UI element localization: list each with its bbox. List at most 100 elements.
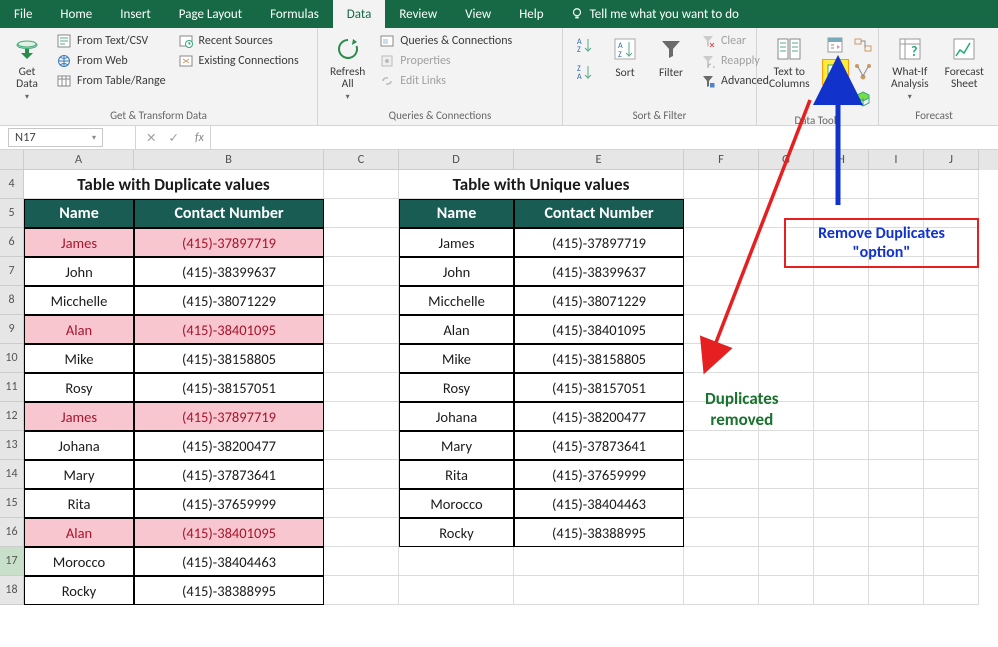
formula-input[interactable] bbox=[210, 126, 998, 149]
menu-tab-file[interactable]: File bbox=[0, 0, 46, 28]
cell[interactable] bbox=[324, 373, 399, 402]
refresh-all-button[interactable]: Refresh All ▾ bbox=[326, 32, 369, 104]
cell[interactable]: (415)-38158805 bbox=[134, 344, 324, 373]
cell[interactable] bbox=[324, 228, 399, 257]
cell[interactable]: (415)-38158805 bbox=[514, 344, 684, 373]
cancel-icon[interactable]: ✕ bbox=[146, 130, 156, 146]
get-data-button[interactable]: Get Data ▾ bbox=[8, 32, 46, 104]
cell[interactable] bbox=[814, 170, 869, 199]
queries-connections-button[interactable]: Queries & Connections bbox=[377, 32, 514, 50]
row-header-17[interactable]: 17 bbox=[0, 547, 24, 576]
cell[interactable] bbox=[684, 170, 759, 199]
flash-fill-button[interactable] bbox=[822, 32, 849, 58]
cell[interactable] bbox=[759, 286, 814, 315]
col-header-E[interactable]: E bbox=[514, 150, 684, 170]
cell[interactable] bbox=[684, 489, 759, 518]
name-box[interactable]: N17 ▾ bbox=[8, 128, 103, 147]
col-header-A[interactable]: A bbox=[24, 150, 134, 170]
cell[interactable] bbox=[814, 373, 869, 402]
cell[interactable] bbox=[324, 576, 399, 605]
cell[interactable] bbox=[869, 315, 924, 344]
cell[interactable]: James bbox=[399, 228, 514, 257]
cell[interactable] bbox=[324, 489, 399, 518]
cell[interactable] bbox=[924, 547, 979, 576]
cell[interactable]: John bbox=[399, 257, 514, 286]
th-contact-right[interactable]: Contact Number bbox=[514, 199, 684, 228]
cell[interactable] bbox=[759, 489, 814, 518]
cell[interactable] bbox=[759, 402, 814, 431]
cell[interactable] bbox=[759, 257, 814, 286]
cell[interactable] bbox=[924, 199, 979, 228]
row-header-7[interactable]: 7 bbox=[0, 257, 24, 286]
row-header-10[interactable]: 10 bbox=[0, 344, 24, 373]
cell[interactable] bbox=[759, 170, 814, 199]
cell[interactable] bbox=[924, 402, 979, 431]
cell[interactable]: Alan bbox=[24, 315, 134, 344]
cell[interactable]: Mike bbox=[24, 344, 134, 373]
remove-duplicates-button[interactable] bbox=[822, 59, 849, 85]
col-header-D[interactable]: D bbox=[399, 150, 514, 170]
menu-tab-help[interactable]: Help bbox=[505, 0, 557, 28]
title-left[interactable]: Table with Duplicate values bbox=[24, 170, 324, 199]
cell[interactable] bbox=[869, 170, 924, 199]
row-header-16[interactable]: 16 bbox=[0, 518, 24, 547]
cell[interactable]: (415)-38157051 bbox=[514, 373, 684, 402]
recent-sources-button[interactable]: Recent Sources bbox=[176, 32, 301, 50]
consolidate-button[interactable] bbox=[850, 59, 877, 85]
manage-data-model-button[interactable] bbox=[850, 86, 877, 112]
cell[interactable]: (415)-38401095 bbox=[134, 518, 324, 547]
cell[interactable] bbox=[869, 489, 924, 518]
menu-tab-view[interactable]: View bbox=[451, 0, 505, 28]
relationships-button[interactable] bbox=[850, 32, 877, 58]
cell[interactable]: (415)-37897719 bbox=[514, 228, 684, 257]
row-header-5[interactable]: 5 bbox=[0, 199, 24, 228]
cell[interactable]: Johana bbox=[399, 402, 514, 431]
row-header-14[interactable]: 14 bbox=[0, 460, 24, 489]
cell[interactable] bbox=[324, 170, 399, 199]
cell[interactable] bbox=[814, 431, 869, 460]
col-header-H[interactable]: H bbox=[814, 150, 869, 170]
row-header-9[interactable]: 9 bbox=[0, 315, 24, 344]
cell[interactable]: (415)-38200477 bbox=[134, 431, 324, 460]
cell[interactable]: Micchelle bbox=[24, 286, 134, 315]
cell[interactable]: Mike bbox=[399, 344, 514, 373]
col-header-B[interactable]: B bbox=[134, 150, 324, 170]
cell[interactable] bbox=[814, 257, 869, 286]
from-web-button[interactable]: From Web bbox=[54, 52, 168, 70]
from-text-csv-button[interactable]: From Text/CSV bbox=[54, 32, 168, 50]
row-header-18[interactable]: 18 bbox=[0, 576, 24, 605]
fx-icon[interactable]: fx bbox=[189, 131, 210, 145]
cell[interactable] bbox=[759, 228, 814, 257]
cell[interactable]: Mary bbox=[399, 431, 514, 460]
cell[interactable]: (415)-38399637 bbox=[514, 257, 684, 286]
cell[interactable] bbox=[759, 460, 814, 489]
cell[interactable]: Mary bbox=[24, 460, 134, 489]
filter-button[interactable]: Filter bbox=[652, 32, 690, 82]
cell[interactable] bbox=[869, 518, 924, 547]
cell[interactable] bbox=[324, 344, 399, 373]
cell[interactable]: (415)-38401095 bbox=[514, 315, 684, 344]
cell[interactable]: Morocco bbox=[24, 547, 134, 576]
cell[interactable]: Alan bbox=[399, 315, 514, 344]
cell[interactable]: Alan bbox=[24, 518, 134, 547]
enter-icon[interactable]: ✓ bbox=[168, 130, 178, 146]
cell[interactable]: (415)-38071229 bbox=[514, 286, 684, 315]
edit-links-button[interactable]: Edit Links bbox=[377, 72, 514, 90]
cell[interactable]: (415)-38157051 bbox=[134, 373, 324, 402]
cell[interactable] bbox=[324, 199, 399, 228]
row-header-15[interactable]: 15 bbox=[0, 489, 24, 518]
cell[interactable]: Rocky bbox=[24, 576, 134, 605]
cell[interactable] bbox=[924, 431, 979, 460]
th-name-left[interactable]: Name bbox=[24, 199, 134, 228]
cell[interactable] bbox=[924, 518, 979, 547]
cell[interactable]: Rita bbox=[24, 489, 134, 518]
cell[interactable]: Johana bbox=[24, 431, 134, 460]
cell[interactable] bbox=[684, 315, 759, 344]
existing-connections-button[interactable]: Existing Connections bbox=[176, 52, 301, 70]
cell[interactable] bbox=[324, 402, 399, 431]
cell[interactable] bbox=[684, 257, 759, 286]
cell[interactable]: (415)-38200477 bbox=[514, 402, 684, 431]
from-table-range-button[interactable]: From Table/Range bbox=[54, 72, 168, 90]
cell[interactable] bbox=[684, 228, 759, 257]
col-header-C[interactable]: C bbox=[324, 150, 399, 170]
